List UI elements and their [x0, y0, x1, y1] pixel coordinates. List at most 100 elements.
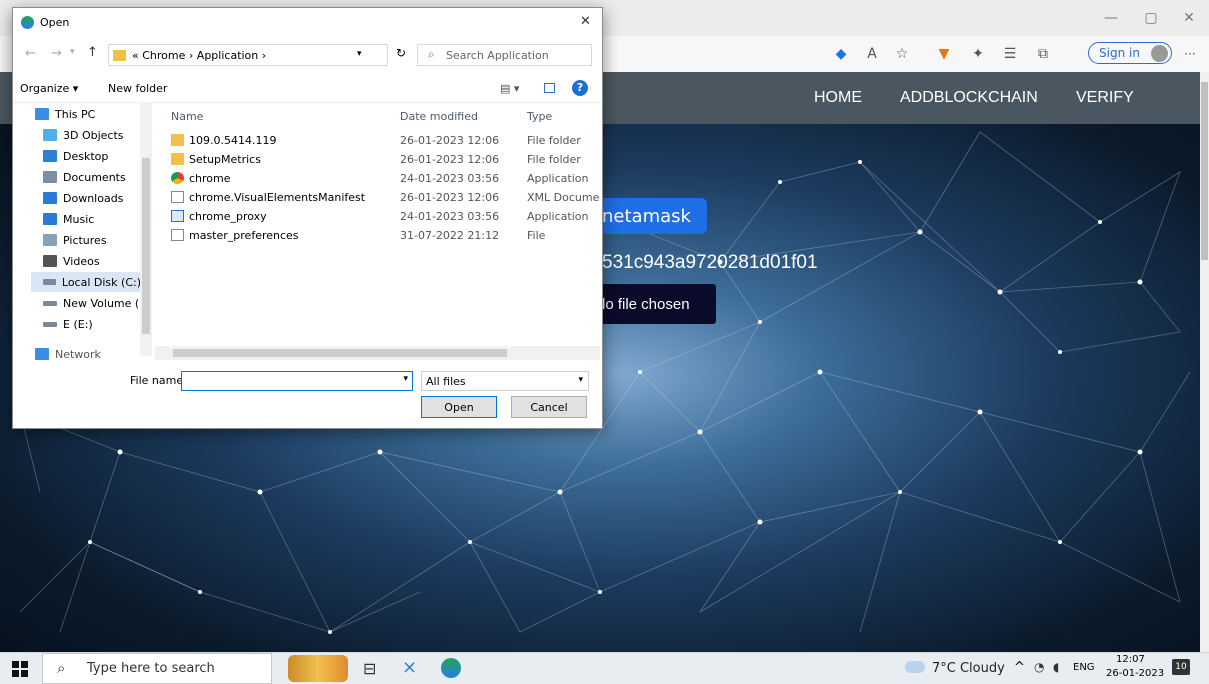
file-row[interactable]: chrome.VisualElementsManifest 26-01-2023…: [155, 189, 600, 207]
collections-icon[interactable]: ⧉: [1033, 44, 1053, 64]
sidebar-item-videos[interactable]: Videos: [43, 251, 100, 271]
windows-start-icon[interactable]: [12, 661, 28, 677]
favorites-icon[interactable]: ☰: [1000, 44, 1020, 64]
path-overflow[interactable]: «: [132, 49, 139, 62]
sidebar-item-new-volume[interactable]: New Volume (D:: [43, 293, 151, 313]
edge-icon[interactable]: [441, 658, 461, 678]
page-scroll-thumb[interactable]: [1201, 82, 1208, 260]
notifications-icon[interactable]: 10: [1172, 659, 1190, 675]
volume-icon[interactable]: ◖: [1053, 660, 1059, 674]
xml-file-icon: [171, 191, 184, 203]
minimize-button[interactable]: —: [1096, 8, 1126, 28]
desktop-icon: [43, 150, 57, 162]
close-window-button[interactable]: ✕: [1174, 8, 1204, 28]
sidebar-item-label: Pictures: [63, 233, 107, 247]
file-type: Application: [527, 172, 589, 185]
file-name: chrome_proxy: [189, 210, 267, 223]
help-icon[interactable]: ?: [572, 80, 588, 96]
breadcrumb-chrome[interactable]: Chrome: [142, 49, 185, 62]
file-chooser-button[interactable]: lo file chosen: [590, 284, 716, 324]
account-hash: 531c943a9720281d01f01: [602, 252, 818, 273]
dialog-search-input[interactable]: ⌕ Search Application: [417, 44, 592, 66]
sidebar-item-documents[interactable]: Documents: [43, 167, 126, 187]
organize-menu[interactable]: Organize ▾: [20, 82, 78, 95]
language-indicator[interactable]: ENG: [1073, 662, 1095, 673]
sidebar-item-music[interactable]: Music: [43, 209, 94, 229]
preview-pane-icon[interactable]: [544, 83, 555, 93]
open-button[interactable]: Open: [421, 396, 497, 418]
sidebar-item-label: Local Disk (C:): [61, 275, 141, 289]
recent-chevron-icon[interactable]: ▾: [70, 47, 75, 57]
folder-icon: [113, 49, 126, 61]
drive-icon: [43, 321, 57, 327]
file-type-filter[interactable]: All files ▾: [421, 371, 589, 391]
sidebar-item-local-disk[interactable]: Local Disk (C:): [31, 272, 141, 292]
taskbar: ⌕ Type here to search ⊟ ⨯ 7°C Cloudy ^ ◔…: [0, 652, 1209, 684]
nav-addblockchain[interactable]: ADDBLOCKCHAIN: [900, 89, 1038, 107]
open-file-dialog: Open ✕ ← → ▾ ↑ « Chrome › Application › …: [12, 7, 603, 429]
sidebar-item-desktop[interactable]: Desktop: [43, 146, 108, 166]
up-arrow-icon[interactable]: ↑: [87, 45, 98, 60]
downloads-icon: [43, 192, 57, 204]
restore-button[interactable]: ▢: [1136, 8, 1166, 28]
forward-arrow-icon[interactable]: →: [51, 46, 62, 61]
file-list-scroll-thumb[interactable]: [173, 349, 507, 357]
column-header-date[interactable]: Date modified: [400, 110, 478, 123]
sign-in-button[interactable]: Sign in: [1088, 42, 1172, 64]
sidebar-item-pictures[interactable]: Pictures: [43, 230, 107, 250]
sidebar-item-e-drive[interactable]: E (E:): [43, 314, 93, 334]
file-row[interactable]: chrome 24-01-2023 03:56 Application: [155, 170, 600, 188]
chevron-down-icon[interactable]: ▾: [403, 374, 408, 384]
file-date: 24-01-2023 03:56: [400, 210, 500, 223]
file-row[interactable]: 109.0.5414.119 26-01-2023 12:06 File fol…: [155, 132, 600, 150]
address-path[interactable]: « Chrome › Application › ▾: [108, 44, 388, 66]
metamask-extension-icon[interactable]: ▼: [934, 44, 954, 64]
refresh-icon[interactable]: ↻: [396, 46, 406, 60]
more-icon[interactable]: ···: [1180, 44, 1200, 64]
vscode-icon[interactable]: ⨯: [402, 657, 417, 678]
sidebar-item-3d-objects[interactable]: 3D Objects: [43, 125, 124, 145]
file-row[interactable]: SetupMetrics 26-01-2023 12:06 File folde…: [155, 151, 600, 169]
documents-icon: [43, 171, 57, 183]
sidebar-item-network[interactable]: Network: [35, 344, 101, 360]
file-name: chrome: [189, 172, 231, 185]
taskbar-search[interactable]: ⌕ Type here to search: [42, 653, 272, 684]
shield-icon[interactable]: ◆: [831, 44, 851, 64]
file-row[interactable]: chrome_proxy 24-01-2023 03:56 Applicatio…: [155, 208, 600, 226]
task-view-icon[interactable]: ⊟: [363, 659, 376, 678]
view-options-icon[interactable]: ▤ ▾: [500, 82, 519, 95]
dialog-title: Open: [40, 16, 70, 29]
tray-chevron-icon[interactable]: ^: [1014, 660, 1025, 675]
favorites-add-icon[interactable]: ☆: [892, 44, 912, 64]
dialog-nav-bar: ← → ▾ ↑ « Chrome › Application › ▾ ↻ ⌕ S…: [13, 38, 602, 72]
column-header-type[interactable]: Type: [527, 110, 552, 123]
column-header-name[interactable]: Name: [171, 110, 203, 123]
sidebar-item-label: 3D Objects: [63, 128, 124, 142]
weather-text[interactable]: 7°C Cloudy: [932, 661, 1005, 676]
sidebar-item-label: Desktop: [63, 149, 109, 163]
nav-verify[interactable]: VERIFY: [1076, 89, 1134, 107]
sidebar-item-this-pc[interactable]: This PC: [35, 104, 95, 124]
file-date: 31-07-2022 21:12: [400, 229, 500, 242]
read-aloud-icon[interactable]: A: [862, 44, 882, 64]
file-row[interactable]: master_preferences 31-07-2022 21:12 File: [155, 227, 600, 245]
cancel-button[interactable]: Cancel: [511, 396, 587, 418]
sidebar-item-label: Downloads: [63, 191, 124, 205]
weather-icon: [905, 661, 925, 673]
back-arrow-icon[interactable]: ←: [25, 46, 36, 61]
chevron-down-icon[interactable]: ▾: [357, 49, 362, 59]
clock-date[interactable]: 26-01-2023: [1106, 668, 1164, 679]
filename-input[interactable]: ▾: [181, 371, 413, 391]
file-type: XML Document: [527, 191, 600, 204]
close-icon[interactable]: ✕: [580, 14, 591, 29]
extensions-icon[interactable]: ✦: [968, 44, 988, 64]
file-type: File folder: [527, 153, 581, 166]
videos-icon: [43, 255, 57, 267]
network-icon[interactable]: ◔: [1034, 660, 1044, 674]
breadcrumb-application[interactable]: Application: [197, 49, 258, 62]
navigation-scroll-thumb[interactable]: [142, 158, 150, 334]
clock-time[interactable]: 12:07: [1116, 654, 1145, 665]
nav-home[interactable]: HOME: [814, 89, 862, 107]
sidebar-item-downloads[interactable]: Downloads: [43, 188, 123, 208]
new-folder-button[interactable]: New folder: [108, 82, 167, 95]
